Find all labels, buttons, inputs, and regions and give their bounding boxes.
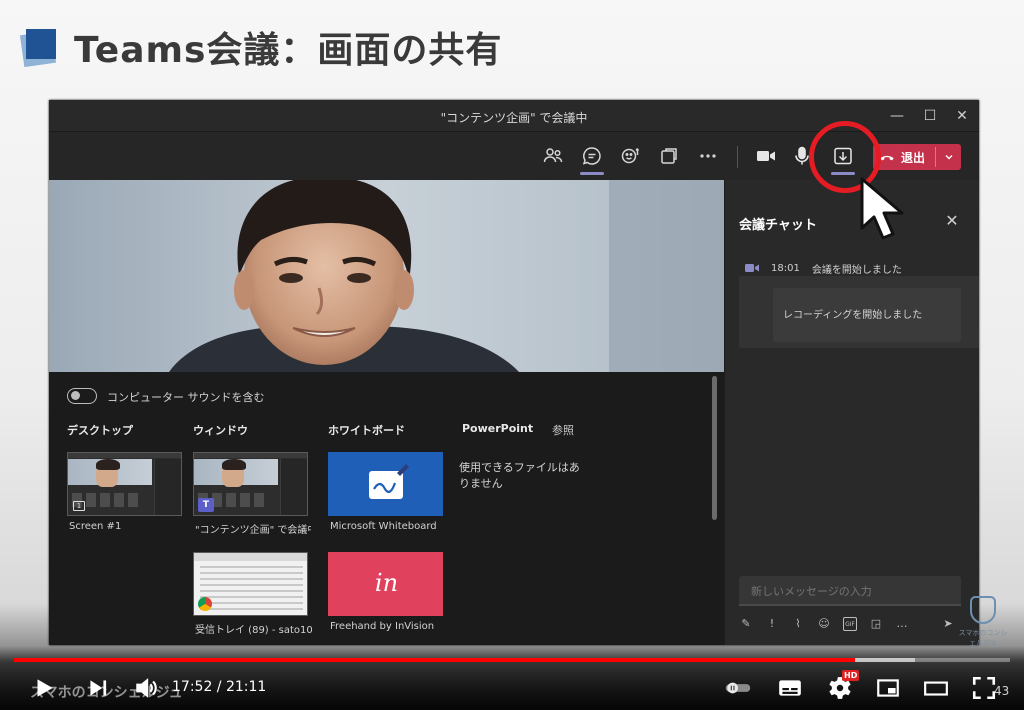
gif-icon[interactable]: GIF: [843, 617, 857, 631]
chat-message-block: レコーディングを開始しました: [739, 276, 979, 348]
volume-icon[interactable]: [132, 674, 160, 702]
minimize-button[interactable]: —: [887, 106, 907, 126]
chat-icon[interactable]: [580, 144, 604, 168]
progress-played: [14, 658, 855, 662]
leave-label: 退出: [901, 150, 926, 165]
teams-app-icon: T: [198, 498, 214, 512]
no-files-message: 使用できるファイルはありません: [459, 461, 580, 490]
chat-close-button[interactable]: ✕: [941, 210, 963, 232]
chat-bubble: レコーディングを開始しました: [773, 288, 961, 342]
whiteboard-caption: Microsoft Whiteboard: [330, 521, 437, 532]
rooms-icon[interactable]: [657, 144, 681, 168]
leave-button[interactable]: 退出: [873, 144, 961, 170]
close-window-button[interactable]: ✕: [952, 106, 972, 126]
monitor-icon: 1: [73, 501, 85, 511]
mail-thumbnail-rows: [200, 566, 303, 612]
hd-badge: HD: [842, 670, 860, 681]
section-powerpoint: PowerPoint: [462, 422, 534, 435]
computer-sound-label: コンピューター サウンドを含む: [107, 391, 265, 404]
message-input[interactable]: [751, 585, 951, 598]
miniplayer-icon[interactable]: [874, 674, 902, 702]
reactions-icon[interactable]: [619, 144, 643, 168]
time-display: 17:52 / 21:11: [172, 679, 267, 695]
video-player-controls: スマホのコンシェルジュ 17:52 / 21:11 HD 43: [0, 646, 1024, 710]
chat-message-text: レコーディングを開始しました: [783, 310, 923, 321]
send-icon[interactable]: ➤: [941, 617, 955, 631]
freehand-tile[interactable]: in: [328, 552, 443, 616]
next-icon[interactable]: [84, 674, 112, 702]
screen-share-tile[interactable]: 1: [67, 452, 182, 516]
channel-logo-text: スマホのコンシェルジュ: [958, 629, 1008, 647]
title-marker-icon: [19, 27, 58, 68]
play-button[interactable]: [30, 674, 58, 702]
freehand-caption: Freehand by InVision: [330, 621, 435, 632]
slide-page-number: 43: [994, 684, 1010, 698]
more-icon[interactable]: [696, 144, 720, 168]
leave-split-divider: [935, 147, 936, 167]
sticker-icon[interactable]: ◲: [869, 617, 883, 631]
mail-window-tile[interactable]: [193, 552, 308, 616]
participants-icon[interactable]: [541, 144, 565, 168]
meeting-started-event: 18:01 会議を開始しました: [745, 260, 902, 276]
theater-mode-icon[interactable]: [922, 674, 950, 702]
teams-window-tile[interactable]: T: [193, 452, 308, 516]
more-options-icon[interactable]: …: [895, 617, 909, 631]
progress-bar[interactable]: [14, 658, 1010, 662]
slide-title: Teams会議：画面の共有: [74, 30, 503, 71]
mouse-pointer-icon: [860, 177, 904, 240]
meeting-chat-panel: 会議チャット ✕ 18:01 会議を開始しました レコーディングを開始しました …: [724, 180, 979, 645]
teams-window-caption: "コンテンツ企画" で会議中 ...: [195, 525, 311, 536]
chat-title: 会議チャット: [739, 218, 817, 233]
share-content-tray: コンピューター サウンドを含む デスクトップ ウィンドウ ホワイトボード Pow…: [49, 372, 724, 645]
emoji-icon[interactable]: ☺: [817, 617, 831, 631]
maximize-button[interactable]: ☐: [920, 106, 940, 126]
section-window: ウィンドウ: [193, 424, 248, 437]
attach-icon[interactable]: ⌇: [791, 617, 805, 631]
slide-header: Teams会議：画面の共有: [19, 22, 503, 72]
participant-video: [49, 180, 724, 372]
chat-active-indicator: [580, 172, 604, 175]
participant-video-frame: [49, 180, 724, 372]
important-icon[interactable]: !: [765, 617, 779, 631]
format-icon[interactable]: ✎: [739, 617, 753, 631]
chevron-down-icon[interactable]: [939, 144, 959, 170]
tray-scrollbar[interactable]: [712, 376, 717, 520]
mail-thumbnail-bar: [194, 553, 307, 561]
invision-logo: in: [374, 569, 399, 597]
mail-window-caption: 受信トレイ (89) - sato101...: [195, 625, 313, 636]
toolbar-divider: [737, 146, 738, 168]
event-time: 18:01: [771, 262, 800, 274]
message-input-box[interactable]: [739, 576, 961, 606]
channel-logo: スマホのコンシェルジュ: [958, 594, 1008, 647]
computer-sound-toggle[interactable]: [67, 388, 97, 404]
screen-tile-caption: Screen #1: [69, 521, 122, 532]
video-call-icon: [745, 264, 759, 272]
browse-link[interactable]: 参照: [552, 422, 574, 438]
microsoft-whiteboard-tile[interactable]: [328, 452, 443, 516]
section-whiteboard: ホワイトボード: [328, 424, 405, 437]
event-text: 会議を開始しました: [811, 264, 902, 276]
chrome-icon: [198, 597, 212, 611]
whiteboard-icon: [369, 464, 409, 499]
section-desktop: デスクトップ: [67, 424, 133, 437]
subtitles-icon[interactable]: [776, 674, 804, 702]
autoplay-toggle[interactable]: [720, 674, 756, 702]
camera-icon[interactable]: [754, 144, 778, 168]
